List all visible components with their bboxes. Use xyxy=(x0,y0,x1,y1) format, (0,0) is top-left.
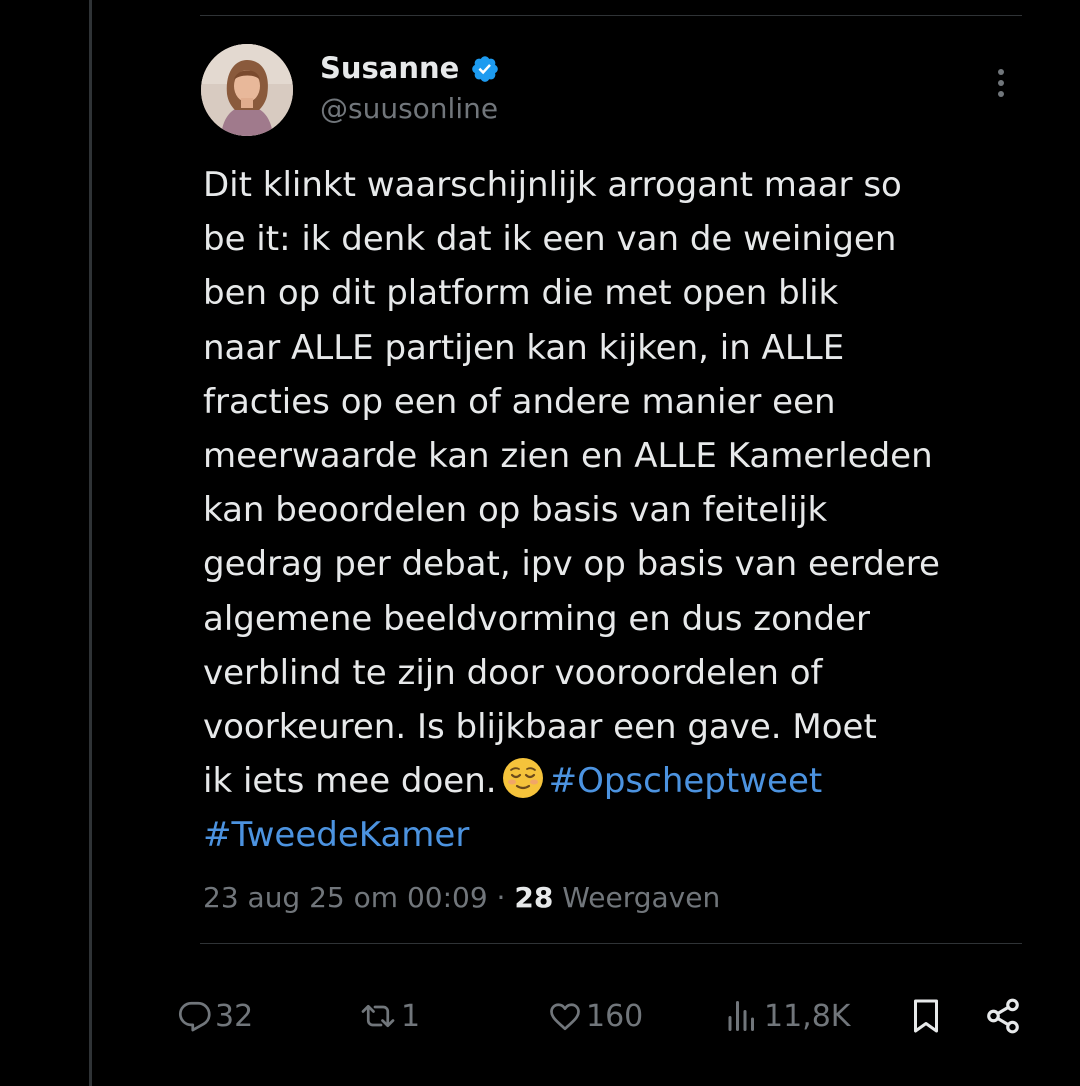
timestamp[interactable]: 23 aug 25 om 00:09 xyxy=(203,881,488,914)
tweet-line: algemene beeldvorming en dus zonder xyxy=(203,598,870,639)
tweet-line-hashtag: #TweedeKamer xyxy=(203,808,1033,862)
tweet-meta: 23 aug 25 om 00:09 · 28 Weergaven xyxy=(203,878,720,918)
tweet-line: be it: ik denk dat ik een van de weinige… xyxy=(203,219,897,260)
more-options-icon[interactable] xyxy=(988,64,1014,104)
hashtag-opscheptweet[interactable]: #Opscheptweet xyxy=(549,761,823,801)
share-icon xyxy=(987,998,1019,1034)
tweet-line: meerwaarde kan zien en ALLE Kamerleden xyxy=(203,435,933,476)
like-button[interactable]: 160 xyxy=(546,993,643,1039)
timeline-divider xyxy=(89,0,92,1086)
reply-icon xyxy=(178,1001,211,1032)
reply-count: 32 xyxy=(215,998,254,1034)
tweet-line: naar ALLE partijen kan kijken, in ALLE xyxy=(203,327,845,368)
hashtag-tweedekamer[interactable]: #TweedeKamer xyxy=(203,815,469,855)
bookmark-icon xyxy=(914,999,938,1033)
handle[interactable]: @suusonline xyxy=(320,90,498,128)
share-button[interactable] xyxy=(984,993,1022,1039)
tweet-line: kan beoordelen op basis van feitelijk xyxy=(203,490,828,531)
tweet-line: verblind te zijn door vooroordelen of xyxy=(203,652,823,693)
views-button[interactable]: 11,8K xyxy=(722,993,850,1039)
tweet-line: fracties op een of andere manier een xyxy=(203,381,836,422)
action-bar-divider xyxy=(200,943,1022,944)
meta-separator: · xyxy=(487,881,515,914)
bookmark-button[interactable] xyxy=(908,993,944,1039)
repost-button[interactable]: 1 xyxy=(357,993,420,1039)
tweet-top-divider xyxy=(200,15,1022,16)
tweet-line: gedrag per debat, ipv op basis van eerde… xyxy=(203,544,940,585)
tweet-line: voorkeuren. Is blijkbaar een gave. Moet xyxy=(203,706,877,747)
tweet-line-last: ik iets mee doen. #Opscheptweet xyxy=(203,754,1033,808)
tweet-line: ben op dit platform die met open blik xyxy=(203,273,839,314)
avatar[interactable] xyxy=(201,44,293,136)
like-icon xyxy=(550,1003,580,1031)
like-count: 160 xyxy=(586,998,644,1034)
views-label: Weergaven xyxy=(553,881,721,914)
relieved-face-icon xyxy=(502,758,543,799)
repost-count: 1 xyxy=(401,998,421,1034)
display-name[interactable]: Susanne xyxy=(320,49,459,87)
tweet-text: Dit klinkt waarschijnlijk arrogant maar … xyxy=(203,158,1033,862)
views-action-count: 11,8K xyxy=(764,998,851,1034)
verified-badge-icon xyxy=(472,56,498,82)
tweet-line: Dit klinkt waarschijnlijk arrogant maar … xyxy=(203,165,902,205)
views-count: 28 xyxy=(514,881,554,914)
tweet-line-text: ik iets mee doen. xyxy=(203,761,497,802)
repost-icon xyxy=(361,1004,395,1028)
reply-button[interactable]: 32 xyxy=(177,993,253,1039)
views-icon xyxy=(728,1001,754,1031)
